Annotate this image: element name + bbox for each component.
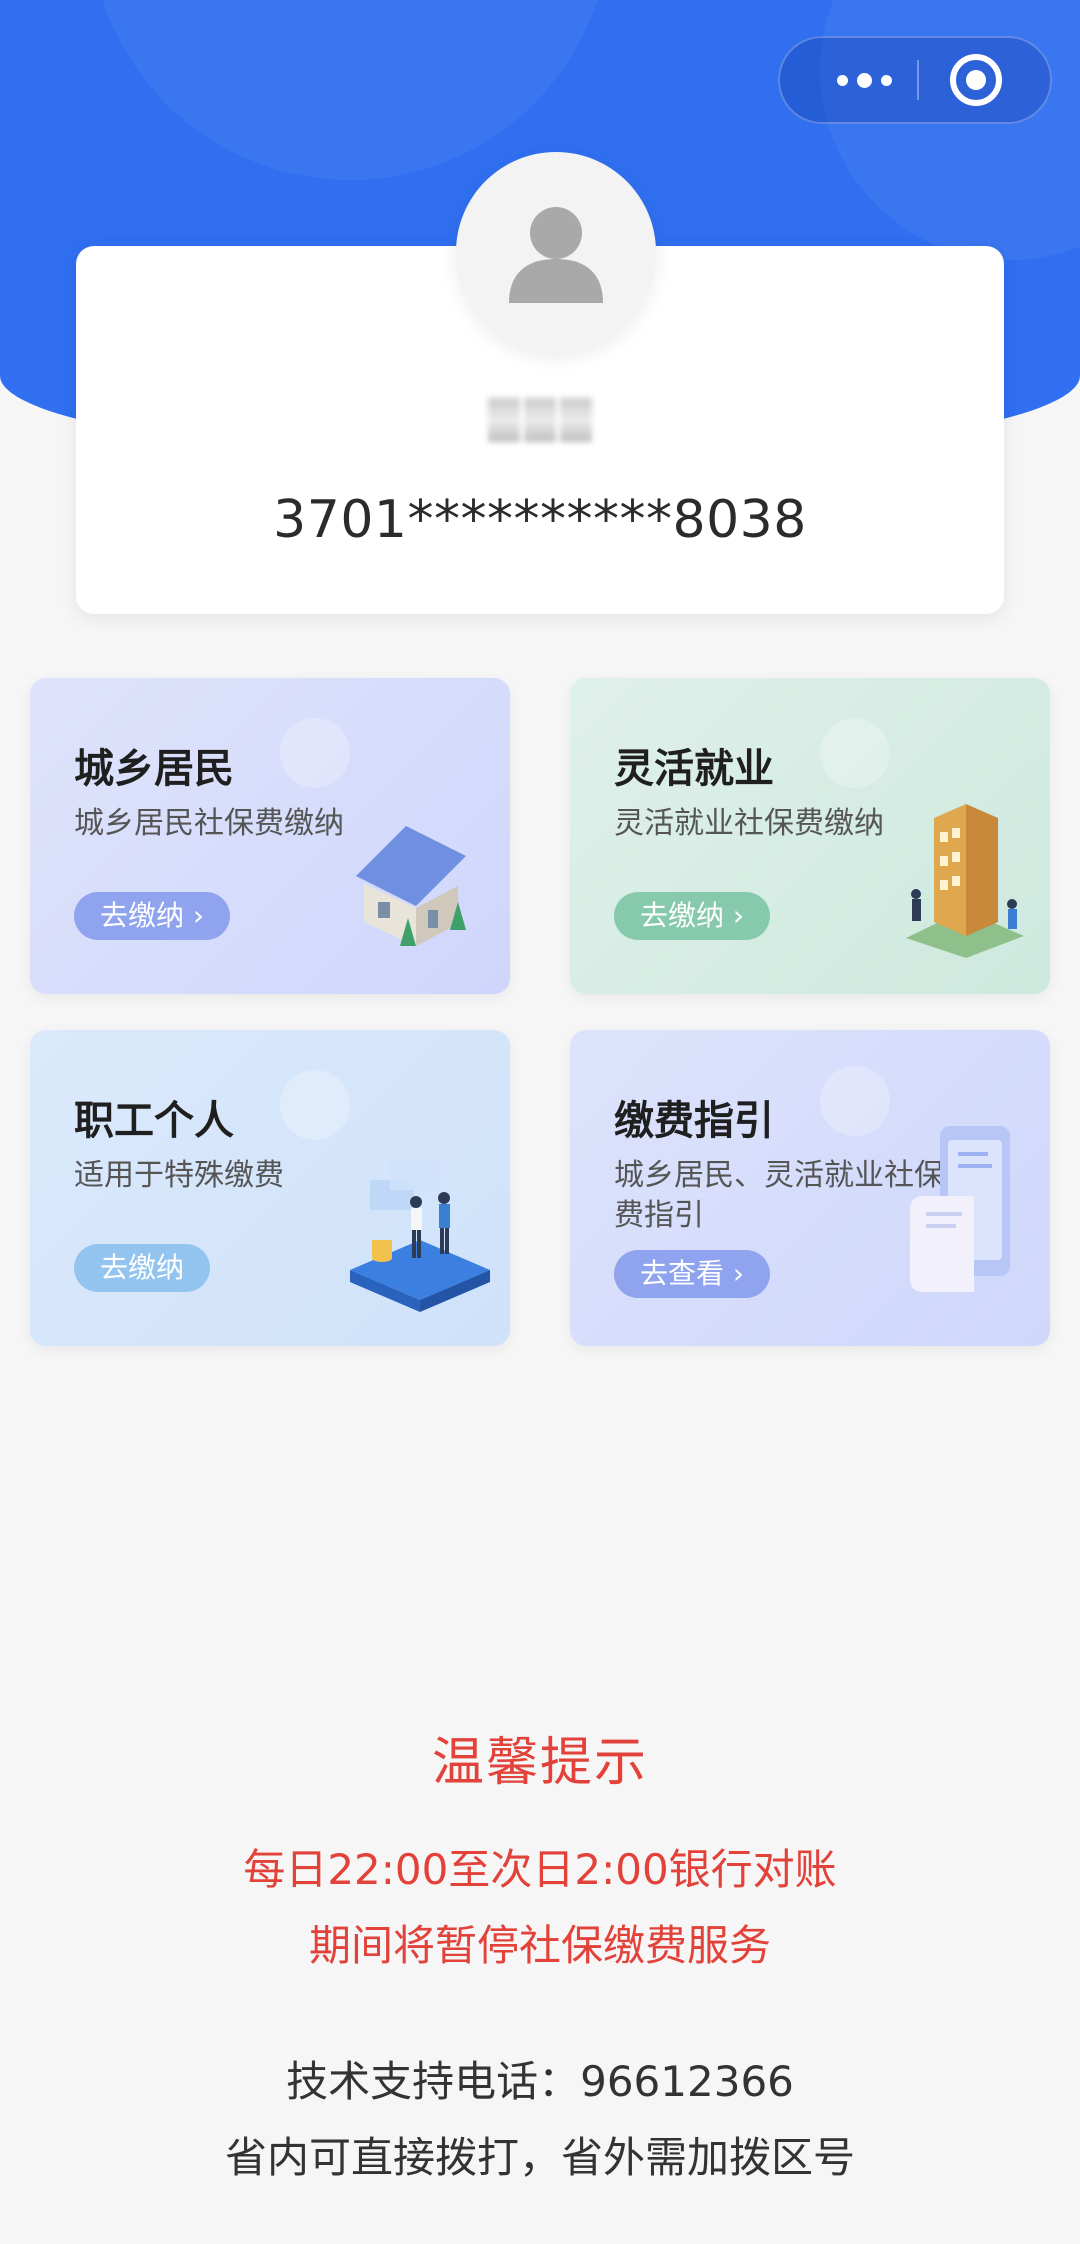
capsule-divider xyxy=(917,60,919,100)
avatar xyxy=(456,152,656,352)
user-silhouette-icon xyxy=(509,207,603,303)
house-icon xyxy=(356,826,466,946)
pay-button[interactable]: 去缴纳 › xyxy=(74,892,231,940)
support-phone[interactable]: 技术支持电话：96612366 xyxy=(0,2048,1080,2109)
tile-title: 城乡居民 xyxy=(74,746,234,792)
service-tile-urban-rural[interactable]: 城乡居民 城乡居民社保费缴纳 去缴纳 › xyxy=(30,678,510,994)
workers-icon xyxy=(350,1160,490,1312)
support-dial-note: 省内可直接拨打，省外需加拨区号 xyxy=(224,2133,855,2182)
tile-title: 缴费指引 xyxy=(614,1098,774,1144)
tile-title: 职工个人 xyxy=(74,1098,234,1144)
document-phone-icon xyxy=(910,1126,1010,1292)
target-circle-icon[interactable] xyxy=(948,52,1004,108)
view-button[interactable]: 去查看 › xyxy=(614,1250,771,1298)
decor-circle xyxy=(90,0,610,180)
masked-name xyxy=(488,398,592,442)
pay-button[interactable]: 去缴纳 › xyxy=(614,892,771,940)
tile-subtitle: 灵活就业社保费缴纳 xyxy=(614,806,884,841)
miniprogram-capsule xyxy=(778,36,1052,124)
notice-line-1: 每日22:00至次日2:00银行对账 xyxy=(243,1845,837,1894)
notice-title: 温馨提示 xyxy=(431,1733,648,1793)
more-dots-icon[interactable] xyxy=(818,38,910,122)
id-number: 3701**********8038 xyxy=(273,490,807,550)
notice-line-2: 期间将暂停社保缴费服务 xyxy=(308,1921,771,1970)
service-tile-payment-guide[interactable]: 缴费指引 城乡居民、灵活就业社保费指引 去查看 › xyxy=(570,1030,1050,1346)
tile-subtitle: 城乡居民、灵活就业社保费指引 xyxy=(614,1158,944,1233)
pay-button[interactable]: 去缴纳 xyxy=(74,1244,211,1292)
service-tile-employee-individual[interactable]: 职工个人 适用于特殊缴费 去缴纳 xyxy=(30,1030,510,1346)
building-icon xyxy=(906,804,1024,958)
tile-title: 灵活就业 xyxy=(614,746,774,792)
service-tile-flexible-employment[interactable]: 灵活就业 灵活就业社保费缴纳 去缴纳 › xyxy=(570,678,1050,994)
